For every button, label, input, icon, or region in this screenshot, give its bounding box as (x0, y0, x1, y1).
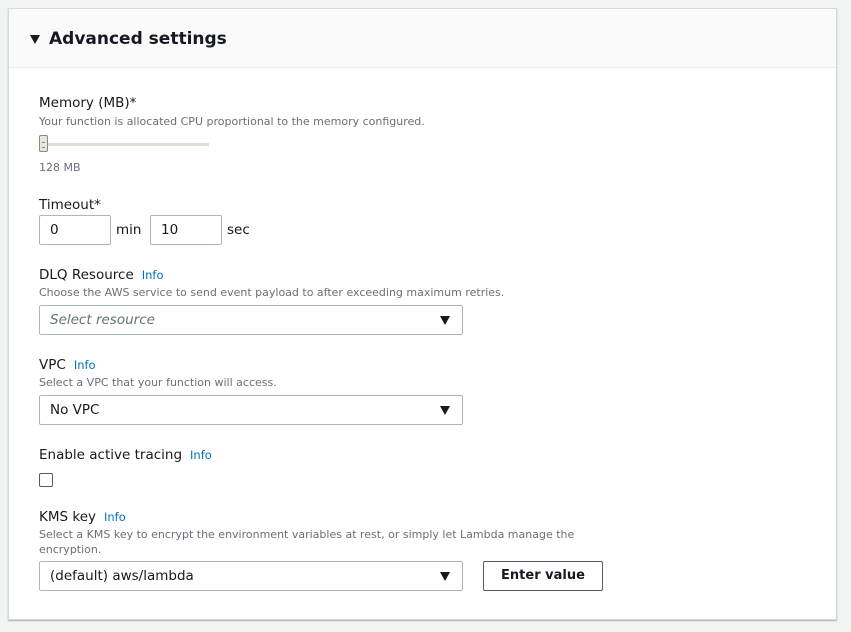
kms-description: Select a KMS key to encrypt the environm… (39, 528, 575, 556)
timeout-min-unit: min (116, 222, 142, 238)
section-title: Advanced settings (49, 29, 227, 49)
dlq-select-placeholder: Select resource (50, 312, 155, 328)
memory-value: 128 MB (39, 161, 81, 174)
advanced-settings-panel: Advanced settings Memory (MB)* Your func… (8, 8, 837, 620)
dlq-description: Choose the AWS service to send event pay… (39, 286, 505, 299)
vpc-description: Select a VPC that your function will acc… (39, 376, 277, 389)
active-tracing-checkbox[interactable] (39, 473, 53, 487)
timeout-label: Timeout* (39, 197, 101, 213)
kms-label: KMS key (39, 509, 96, 525)
vpc-label-row: VPC Info (39, 356, 96, 374)
dlq-label-row: DLQ Resource Info (39, 266, 164, 284)
vpc-info-link[interactable]: Info (74, 358, 96, 372)
dlq-resource-select[interactable]: Select resource (39, 305, 463, 335)
dlq-info-link[interactable]: Info (142, 268, 164, 282)
memory-slider-handle[interactable] (39, 135, 48, 152)
tracing-label: Enable active tracing (39, 447, 183, 463)
dropdown-arrow-icon (440, 406, 450, 415)
kms-selected-value: (default) aws/lambda (50, 568, 194, 584)
timeout-sec-input[interactable] (150, 215, 222, 245)
caret-down-icon[interactable] (30, 35, 40, 44)
timeout-min-input[interactable] (39, 215, 111, 245)
vpc-selected-value: No VPC (50, 402, 100, 418)
dropdown-arrow-icon (440, 316, 450, 325)
dropdown-arrow-icon (440, 572, 450, 581)
memory-slider-track[interactable] (39, 143, 209, 146)
memory-description: Your function is allocated CPU proportio… (39, 115, 425, 128)
dlq-label: DLQ Resource (39, 267, 134, 283)
enter-value-button[interactable]: Enter value (483, 561, 603, 591)
timeout-sec-unit: sec (227, 222, 250, 238)
kms-key-select[interactable]: (default) aws/lambda (39, 561, 463, 591)
vpc-select[interactable]: No VPC (39, 395, 463, 425)
panel-header[interactable]: Advanced settings (9, 9, 836, 68)
tracing-info-link[interactable]: Info (190, 448, 212, 462)
memory-label: Memory (MB)* (39, 95, 137, 111)
vpc-label: VPC (39, 357, 66, 373)
kms-label-row: KMS key Info (39, 508, 126, 526)
tracing-label-row: Enable active tracing Info (39, 446, 212, 464)
kms-info-link[interactable]: Info (104, 510, 126, 524)
